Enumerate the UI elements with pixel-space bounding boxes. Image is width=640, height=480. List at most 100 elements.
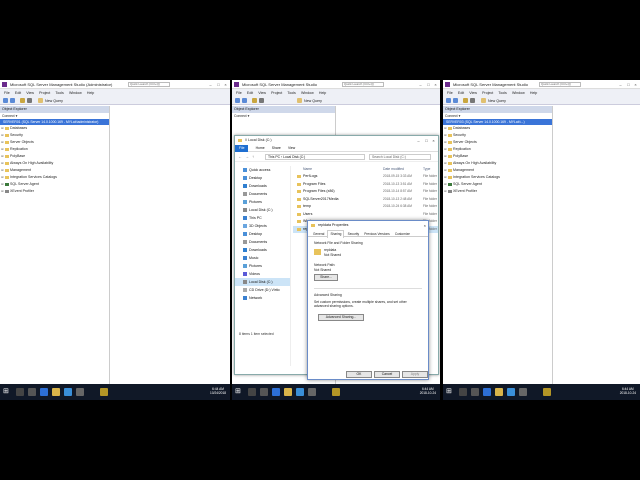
menu-help[interactable]: Help	[530, 89, 537, 97]
tree-item-polybase[interactable]: ⊞ PolyBase	[443, 153, 552, 160]
ribbon-share-tab[interactable]: Share	[272, 145, 281, 152]
tab-customize[interactable]: Customize	[393, 231, 412, 238]
advanced-sharing-button[interactable]: Advanced Sharing...	[318, 314, 364, 321]
windows-start-icon[interactable]: ⊞	[3, 388, 11, 396]
forward-icon[interactable]	[242, 98, 247, 103]
close-icon[interactable]: ×	[632, 81, 639, 88]
windows-start-icon[interactable]: ⊞	[446, 388, 454, 396]
close-icon[interactable]: ×	[432, 81, 439, 88]
tree-item-security[interactable]: ⊞ Security	[0, 132, 109, 139]
search-icon[interactable]	[248, 388, 256, 396]
connect-button[interactable]: Connect ▾	[232, 113, 335, 119]
menu-edit[interactable]: Edit	[247, 89, 253, 97]
search-icon[interactable]	[459, 388, 467, 396]
open-file-icon[interactable]	[463, 98, 468, 103]
tree-item-replication[interactable]: ⊞ Replication	[0, 146, 109, 153]
tree-item-sql-agent[interactable]: ⊞ SQL Server Agent	[0, 181, 109, 188]
nav-local-disk[interactable]: Local Disk (C:)	[235, 278, 290, 286]
menu-file[interactable]: File	[236, 89, 242, 97]
tree-item-always-on[interactable]: ⊞ Always On High Availability	[0, 160, 109, 167]
tree-item-server-objects[interactable]: ⊞ Server Objects	[443, 139, 552, 146]
save-icon[interactable]	[27, 98, 32, 103]
open-file-icon[interactable]	[20, 98, 25, 103]
ssms-taskbar-icon[interactable]	[543, 388, 551, 396]
close-icon[interactable]: ×	[430, 136, 437, 145]
menu-window[interactable]: Window	[69, 89, 82, 97]
server-manager-icon[interactable]	[519, 388, 527, 396]
apply-button[interactable]: Apply	[402, 371, 428, 378]
nav-downloads[interactable]: Downloads	[235, 182, 290, 190]
minimize-icon[interactable]: –	[617, 81, 624, 88]
file-row[interactable]: Users File folder	[293, 211, 438, 219]
file-row[interactable]: SQLServer2017Media 2018-10-13 2:48 AM File…	[293, 196, 438, 204]
tree-item-management[interactable]: ⊞ Management	[0, 167, 109, 174]
task-view-icon[interactable]	[260, 388, 268, 396]
edge-icon[interactable]	[40, 388, 48, 396]
column-date[interactable]: Date modified	[383, 166, 404, 173]
nav-3d-objects[interactable]: 3D Objects	[235, 222, 290, 230]
ssms-taskbar-icon[interactable]	[332, 388, 340, 396]
store-icon[interactable]	[64, 388, 72, 396]
search-icon[interactable]	[16, 388, 24, 396]
quick-launch-input[interactable]: Quick Launch (Ctrl+Q)	[539, 82, 581, 87]
save-icon[interactable]	[470, 98, 475, 103]
nav-desktop-pc[interactable]: Desktop	[235, 230, 290, 238]
new-query-button[interactable]: New Query	[45, 98, 63, 104]
file-row[interactable]: temp 2018-10-24 6:38 AM File folder	[293, 203, 438, 211]
menu-view[interactable]: View	[26, 89, 34, 97]
search-box[interactable]: Search Local Disk (C:)	[369, 154, 431, 160]
windows-start-icon[interactable]: ⊞	[235, 388, 243, 396]
nav-local-disk-quick[interactable]: Local Disk (C:)	[235, 206, 290, 214]
nav-documents-pc[interactable]: Documents	[235, 238, 290, 246]
nav-desktop[interactable]: Desktop	[235, 174, 290, 182]
menu-project[interactable]: Project	[271, 89, 282, 97]
close-icon[interactable]: ×	[222, 81, 229, 88]
menu-file[interactable]: File	[4, 89, 10, 97]
menu-tools[interactable]: Tools	[287, 89, 295, 97]
tree-item-xevent-profiler[interactable]: ⊞ XEvent Profiler	[0, 188, 109, 195]
nav-this-pc[interactable]: This PC	[235, 214, 290, 222]
tab-sharing[interactable]: Sharing	[327, 230, 345, 238]
menu-project[interactable]: Project	[482, 89, 493, 97]
new-query-icon[interactable]	[481, 98, 486, 103]
nav-videos[interactable]: Videos	[235, 270, 290, 278]
menu-window[interactable]: Window	[301, 89, 314, 97]
tree-item-always-on[interactable]: ⊞ Always On High Availability	[443, 160, 552, 167]
tree-item-server-objects[interactable]: ⊞ Server Objects	[0, 139, 109, 146]
tab-general[interactable]: General	[311, 231, 326, 238]
new-query-icon[interactable]	[297, 98, 302, 103]
file-explorer-icon[interactable]	[52, 388, 60, 396]
open-file-icon[interactable]	[252, 98, 257, 103]
back-arrow-icon[interactable]: ←	[238, 154, 242, 159]
file-row[interactable]: Program Files 2018-10-13 3:51 AM File fold…	[293, 181, 438, 189]
column-name[interactable]: Name	[303, 166, 312, 173]
server-manager-icon[interactable]	[76, 388, 84, 396]
minimize-icon[interactable]: –	[415, 136, 422, 145]
save-icon[interactable]	[259, 98, 264, 103]
new-query-button[interactable]: New Query	[488, 98, 506, 104]
ribbon-file-tab[interactable]: File	[235, 145, 249, 152]
menu-file[interactable]: File	[447, 89, 453, 97]
maximize-icon[interactable]: □	[625, 81, 632, 88]
tree-item-sql-agent[interactable]: ⊞ SQL Server Agent	[443, 181, 552, 188]
ok-button[interactable]: OK	[346, 371, 372, 378]
menu-tools[interactable]: Tools	[498, 89, 506, 97]
cancel-button[interactable]: Cancel	[374, 371, 400, 378]
nav-pictures[interactable]: Pictures	[235, 198, 290, 206]
edge-icon[interactable]	[272, 388, 280, 396]
menu-view[interactable]: View	[469, 89, 477, 97]
file-row[interactable]: Program Files (x86) 2018-10-14 8:57 AM Fil…	[293, 188, 438, 196]
nav-downloads-pc[interactable]: Downloads	[235, 246, 290, 254]
tree-item-polybase[interactable]: ⊞ PolyBase	[0, 153, 109, 160]
task-view-icon[interactable]	[28, 388, 36, 396]
task-view-icon[interactable]	[471, 388, 479, 396]
back-icon[interactable]	[3, 98, 8, 103]
menu-edit[interactable]: Edit	[458, 89, 464, 97]
nav-documents[interactable]: Documents	[235, 190, 290, 198]
quick-launch-input[interactable]: Quick Launch (Ctrl+Q)	[128, 82, 170, 87]
tree-item-databases[interactable]: ⊞ Databases	[443, 125, 552, 132]
tree-item-databases[interactable]: ⊞ Databases	[0, 125, 109, 132]
new-query-icon[interactable]	[38, 98, 43, 103]
ribbon-view-tab[interactable]: View	[288, 145, 295, 152]
nav-network[interactable]: Network	[235, 294, 290, 302]
